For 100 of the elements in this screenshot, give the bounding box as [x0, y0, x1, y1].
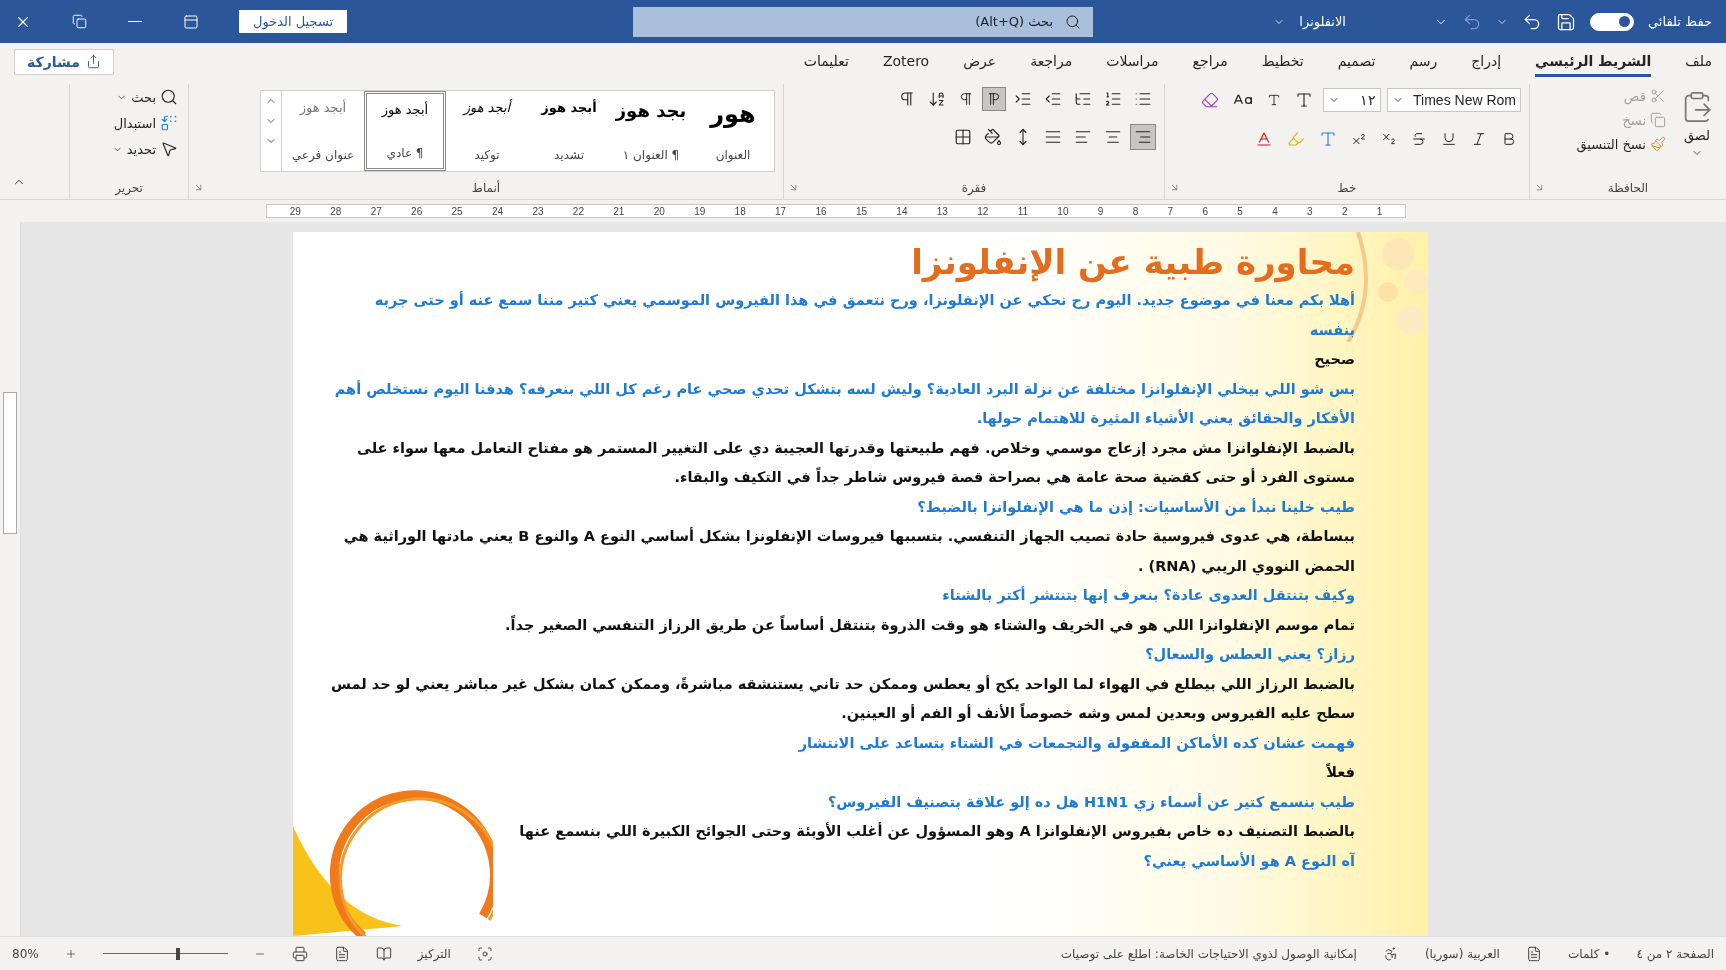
vertical-scrollbar[interactable]	[0, 222, 21, 936]
pilcrow-icon	[958, 91, 974, 107]
ruler-number: 10	[1057, 205, 1069, 217]
font-name-field[interactable]: Times New Rom	[1387, 88, 1521, 112]
format-painter-button[interactable]: نسخ التنسيق	[1574, 134, 1668, 154]
save-icon	[1556, 11, 1576, 32]
document-paragraph: طيب بنسمع كتير عن أسماء زي H1N1 هل ده إلو علاقة بتصنيف الفيروس؟	[826, 792, 1355, 813]
right-to-left-button[interactable]	[982, 87, 1006, 111]
font-size-icon	[1295, 91, 1313, 109]
ribbon-tab[interactable]: تعليمات	[803, 46, 849, 77]
ruler-number: 17	[775, 205, 787, 217]
numbered-list-icon	[1104, 90, 1122, 108]
ribbon-tab[interactable]: تصميم	[1337, 46, 1376, 77]
dialog-launcher-icon	[788, 182, 799, 193]
group-label: تحرير	[115, 181, 143, 197]
align-right-button[interactable]	[1130, 124, 1156, 150]
multilevel-list-icon	[1074, 90, 1092, 108]
dialog-launcher-icon	[193, 182, 204, 193]
ribbon-tab[interactable]: عرض	[963, 46, 997, 77]
style-item[interactable]: أبجد هوز ¶ عادي	[364, 91, 446, 171]
ribbon-tab[interactable]: تخطيط	[1261, 46, 1304, 77]
document-paragraph: بالضبط الرزاز اللي بيطلع في الهواء لما الواحد يكح أو يعطس وممكن حد تاني يستنشقه مباشرةً، وممكن كمان بشكل غير مباشر يعني لو حد لمس سطح عليه الفيروس وبعدين لمس وشه خصوصاً الأنف أو الفم أو العينين.	[330, 674, 1355, 724]
ruler-number: 28	[330, 205, 342, 217]
restore-icon	[72, 14, 87, 29]
restore-button[interactable]	[72, 14, 87, 29]
group-label: فقرة	[961, 181, 987, 197]
paint-bucket-icon	[984, 128, 1002, 146]
search-icon	[160, 88, 178, 106]
ruler-number: 6	[1202, 205, 1208, 217]
ribbon-tab[interactable]: ملف	[1685, 46, 1712, 77]
ruler-number: 18	[734, 205, 746, 217]
group-label: أنماط	[471, 181, 501, 197]
font-size-icon	[1267, 93, 1281, 107]
ribbon-display-button[interactable]	[183, 13, 199, 30]
subscript-icon	[1381, 131, 1397, 147]
ruler-number: 15	[855, 205, 867, 217]
zoom-thumb[interactable]	[175, 947, 180, 960]
search-field[interactable]: بحث (Alt+Q)	[633, 6, 1093, 37]
ruler-number: 19	[694, 205, 706, 217]
document-paragraph: بالضبط الإنفلوانزا مش مجرد إزعاج موسمي وخلاص. فهم طبيعتها وقدرتها العجيبة دي على التغيير المستمر هو مفتاح التعامل معها سواء على مستوى الفرد أو حتى كقضية صحة عامة هي بصراحة قصة فيروس شاطر جداً في التكيف والبقاء.	[356, 438, 1355, 488]
paste-button[interactable]: لصق	[1676, 86, 1718, 163]
ruler-number: 14	[896, 205, 908, 217]
ribbon-tab[interactable]: الشريط الرئيسي	[1535, 46, 1652, 77]
print-layout-icon	[333, 945, 350, 962]
font-size-field[interactable]: ١٢	[1323, 88, 1381, 112]
document-paragraph: وكيف بتنتقل العدوى عادة؟ بنعرف إنها بتنتشر أكتر بالشتاء	[941, 585, 1355, 606]
panel-icon	[183, 13, 199, 30]
document-paragraph: بس شو اللي بيخلي الإنفلوانزا مختلفة عن نزلة البرد العادية؟ وليش لسه بتشكل تحدي صحي عام رغم كل اللي بنعرفه؟ هدفنا اليوم نستخلص أهم الأفكار والحقائق يعني الأشياء المثيرة للاهتمام حولها.	[333, 379, 1355, 429]
autosave-toggle[interactable]	[1590, 12, 1634, 31]
share-button[interactable]: مشاركة	[14, 48, 114, 75]
ruler-number: 27	[370, 205, 382, 217]
save-button[interactable]	[1556, 11, 1576, 32]
language-label[interactable]: العربية (سوريا)	[1424, 946, 1500, 961]
ribbon-tab[interactable]: إدراج	[1471, 46, 1502, 77]
superscript-icon	[1351, 131, 1367, 147]
focus-button[interactable]: التركيز	[417, 946, 451, 961]
find-button[interactable]: بحث	[109, 86, 180, 108]
word-count[interactable]: • كلمات	[1567, 946, 1611, 961]
bullet-list-icon	[1134, 90, 1152, 108]
page-count[interactable]: الصفحة ٢ من ٤	[1636, 946, 1714, 961]
borders-icon	[954, 128, 972, 146]
font-color-icon	[1255, 130, 1273, 148]
document-paragraph: طيب خلينا نبدأ من الأساسيات: إذن ما هي الإنفلوانزا بالضبط؟	[916, 497, 1355, 518]
text-effects-icon	[1319, 130, 1337, 148]
ruler-number: 29	[289, 205, 301, 217]
document-title-heading: محاورة طبية عن الإنفلونزا	[910, 242, 1355, 282]
align-center-icon	[1104, 128, 1122, 146]
eraser-icon	[1201, 91, 1219, 109]
document-paragraph: فهمت عشان كده الأماكن المقفولة والتجمعات في الشتاء بتساعد على الانتشار	[797, 733, 1355, 754]
ribbon-tab[interactable]: مراجع	[1192, 46, 1228, 77]
paintbrush-icon	[1650, 136, 1666, 152]
scissors-icon	[1650, 88, 1666, 104]
ruler-number: 24	[491, 205, 504, 217]
document-title: الانفلونزا	[1299, 14, 1346, 29]
sign-in-button[interactable]: تسجيل الدخول	[239, 10, 348, 33]
ruler-number: 9	[1097, 205, 1104, 217]
ruler-number: 7	[1167, 205, 1174, 217]
document-paragraph: صحيح	[1313, 350, 1355, 370]
ruler-number: 5	[1237, 205, 1243, 217]
document-paragraph: ببساطة، هي عدوى فيروسية حادة تصيب الجهاز التنفسي. بتسببها فيروسات الإنفلونزا بشكل أساسي النوع A والنوع B يعني مادتها الوراثية هي الحمض النووي الريبي (RNA) .	[342, 526, 1355, 578]
ruler-number: 8	[1132, 205, 1139, 217]
zoom-level[interactable]: 80%	[12, 946, 39, 961]
highlighter-icon	[1287, 130, 1305, 148]
replace-icon	[160, 114, 178, 132]
accessibility-status[interactable]: إمكانية الوصول لذوي الاحتياجات الخاصة: اطلع على توصيات	[1060, 946, 1357, 961]
ruler-number: 26	[411, 205, 423, 217]
pilcrow-icon	[898, 90, 916, 108]
select-button[interactable]: تحديد	[109, 138, 180, 160]
ribbon-tab[interactable]: Zotero	[882, 46, 930, 77]
accessibility-icon	[1382, 945, 1399, 962]
ruler-number: 23	[532, 205, 544, 217]
ribbon-tab[interactable]: مراجعة	[1030, 46, 1073, 77]
share-icon	[85, 54, 101, 69]
ribbon-tab[interactable]: رسم	[1409, 46, 1438, 77]
ribbon-tab[interactable]: مراسلات	[1106, 46, 1159, 77]
replace-button[interactable]: استبدال	[109, 112, 180, 134]
ruler-number: 11	[1017, 205, 1029, 217]
zoom-in-icon	[64, 947, 77, 960]
search-icon	[1065, 13, 1081, 30]
underline-icon	[1441, 131, 1457, 147]
